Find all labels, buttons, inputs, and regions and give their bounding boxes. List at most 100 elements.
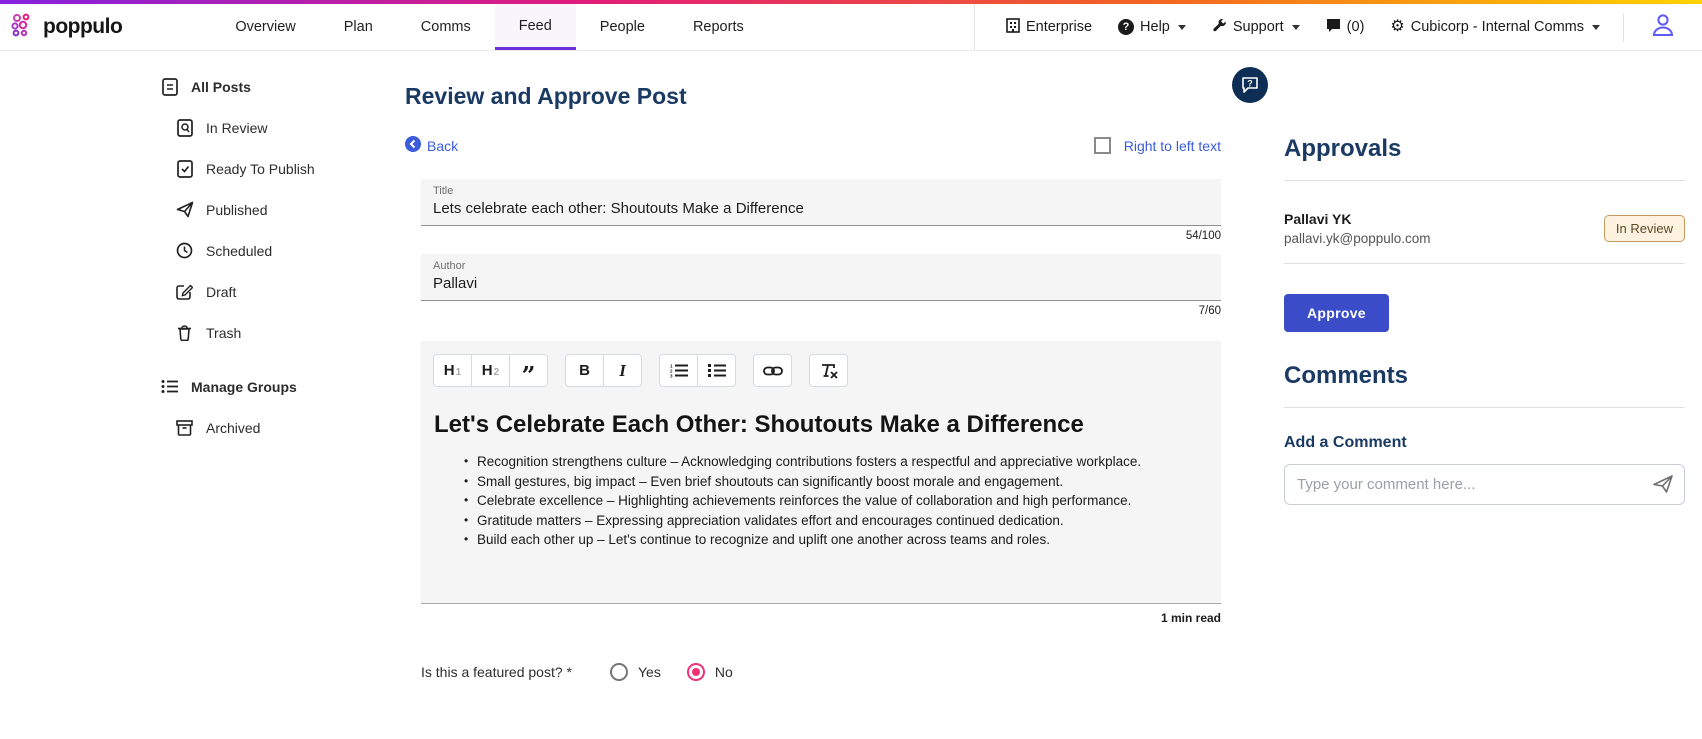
- list-icon: [160, 379, 179, 394]
- page-title: Review and Approve Post: [405, 83, 1221, 110]
- sidebar-item-scheduled[interactable]: Scheduled: [175, 230, 400, 271]
- sidebar-item-label: Ready To Publish: [206, 161, 315, 177]
- workspace-menu[interactable]: ⚙ Cubicorp - Internal Comms: [1377, 19, 1613, 35]
- sidebar-item-archived[interactable]: Archived: [175, 407, 400, 448]
- featured-yes-label[interactable]: Yes: [638, 664, 661, 680]
- bold-button[interactable]: B: [565, 354, 604, 387]
- sidebar-item-trash[interactable]: Trash: [175, 312, 400, 353]
- sidebar-section-gap: [160, 353, 400, 366]
- featured-yes-radio[interactable]: [610, 663, 628, 681]
- featured-no-label[interactable]: No: [715, 664, 733, 680]
- user-profile-icon[interactable]: [1652, 13, 1674, 42]
- nav-overview[interactable]: Overview: [211, 4, 319, 50]
- app-window: poppulo Overview Plan Comms Feed People …: [0, 0, 1702, 739]
- sidebar-item-all-posts[interactable]: All Posts: [160, 66, 400, 107]
- notifications-chat[interactable]: (0): [1313, 18, 1378, 37]
- rtl-checkbox[interactable]: [1094, 137, 1111, 154]
- italic-icon: I: [619, 361, 626, 381]
- clear-formatting-button[interactable]: [809, 354, 848, 387]
- chat-question-icon: ?: [1241, 76, 1259, 94]
- send-icon[interactable]: [1652, 474, 1674, 499]
- add-comment-label: Add a Comment: [1284, 434, 1685, 452]
- approvals-panel: Approvals Pallavi YK pallavi.yk@poppulo.…: [1284, 135, 1685, 505]
- poppulo-logo-icon: [10, 12, 36, 43]
- featured-question-label: Is this a featured post? *: [421, 664, 572, 680]
- approvals-title: Approvals: [1284, 135, 1685, 163]
- bullet-list-button[interactable]: [697, 354, 736, 387]
- approver-row: Pallavi YK pallavi.yk@poppulo.com In Rev…: [1284, 211, 1685, 246]
- author-char-counter: 7/60: [405, 305, 1221, 317]
- title-char-counter: 54/100: [405, 230, 1221, 242]
- sidebar-item-manage-groups[interactable]: Manage Groups: [160, 366, 400, 407]
- author-field-value[interactable]: Pallavi: [433, 275, 1209, 292]
- link-icon: [763, 365, 783, 377]
- title-field[interactable]: Title Lets celebrate each other: Shoutou…: [421, 179, 1221, 226]
- help-menu[interactable]: ? Help: [1105, 19, 1199, 35]
- author-field[interactable]: Author Pallavi: [421, 254, 1221, 301]
- clock-icon: [175, 242, 194, 259]
- document-search-icon: [175, 119, 194, 137]
- nav-comms[interactable]: Comms: [397, 4, 495, 50]
- document-check-icon: [175, 160, 194, 178]
- rich-text-editor[interactable]: H1 H2 ” B I 123: [421, 341, 1221, 604]
- enterprise-label: Enterprise: [1026, 19, 1092, 35]
- post-bullet-list[interactable]: Recognition strengthens culture – Acknow…: [433, 452, 1209, 550]
- gear-icon: ⚙: [1390, 19, 1404, 35]
- support-label: Support: [1233, 19, 1284, 35]
- link-group: [753, 354, 792, 387]
- h2-button[interactable]: H2: [471, 354, 510, 387]
- h2-label: H: [482, 362, 493, 379]
- editor-toolbar: H1 H2 ” B I 123: [433, 354, 1209, 387]
- poppulo-logo[interactable]: poppulo: [0, 4, 136, 50]
- top-navigation-bar: poppulo Overview Plan Comms Feed People …: [0, 4, 1702, 51]
- blockquote-button[interactable]: ”: [509, 354, 548, 387]
- rtl-label: Right to left text: [1124, 138, 1221, 154]
- feedback-chat-fab[interactable]: ?: [1232, 67, 1268, 103]
- h1-label: H: [444, 362, 455, 379]
- bold-icon: B: [579, 362, 590, 379]
- h1-button[interactable]: H1: [433, 354, 472, 387]
- divider: [1284, 263, 1685, 264]
- review-approve-main: Review and Approve Post Back Right to le…: [405, 75, 1221, 681]
- edit-pencil-icon: [175, 283, 194, 300]
- sidebar-item-published[interactable]: Published: [175, 189, 400, 230]
- help-icon: ?: [1118, 19, 1134, 35]
- nav-plan[interactable]: Plan: [320, 4, 397, 50]
- sidebar-item-label: In Review: [206, 120, 267, 136]
- ordered-list-button[interactable]: 123: [659, 354, 698, 387]
- title-field-value[interactable]: Lets celebrate each other: Shoutouts Mak…: [433, 200, 1209, 217]
- comment-input[interactable]: [1284, 464, 1685, 505]
- nav-people[interactable]: People: [576, 4, 669, 50]
- sidebar-item-label: Archived: [206, 420, 260, 436]
- italic-button[interactable]: I: [603, 354, 642, 387]
- sidebar-item-in-review[interactable]: In Review: [175, 107, 400, 148]
- document-icon: [160, 78, 179, 96]
- wrench-icon: [1212, 18, 1227, 37]
- post-bullet: Gratitude matters – Expressing appreciat…: [477, 511, 1209, 531]
- ordered-list-icon: 123: [670, 363, 688, 378]
- clear-formatting-icon: [820, 363, 838, 379]
- sidebar-item-label: Manage Groups: [191, 379, 297, 395]
- format-group: B I: [565, 354, 642, 387]
- h2-sub: 2: [494, 367, 500, 378]
- list-group: 123: [659, 354, 736, 387]
- divider: [1284, 407, 1685, 408]
- poppulo-logo-text: poppulo: [43, 15, 122, 39]
- enterprise-menu[interactable]: Enterprise: [993, 18, 1105, 37]
- h1-sub: 1: [456, 367, 462, 378]
- status-badge: In Review: [1604, 215, 1685, 242]
- approve-button[interactable]: Approve: [1284, 294, 1389, 332]
- nav-reports[interactable]: Reports: [669, 4, 768, 50]
- link-button[interactable]: [753, 354, 792, 387]
- featured-post-question: Is this a featured post? * Yes No: [421, 663, 1221, 681]
- nav-feed[interactable]: Feed: [495, 4, 576, 50]
- rtl-toggle-row: Right to left text: [1094, 137, 1221, 154]
- support-menu[interactable]: Support: [1199, 18, 1313, 37]
- sidebar-item-ready-to-publish[interactable]: Ready To Publish: [175, 148, 400, 189]
- trash-icon: [175, 324, 194, 341]
- post-heading[interactable]: Let's Celebrate Each Other: Shoutouts Ma…: [433, 411, 1209, 439]
- featured-no-radio[interactable]: [687, 663, 705, 681]
- read-time: 1 min read: [405, 611, 1221, 625]
- sidebar-item-draft[interactable]: Draft: [175, 271, 400, 312]
- back-link[interactable]: Back: [405, 136, 458, 155]
